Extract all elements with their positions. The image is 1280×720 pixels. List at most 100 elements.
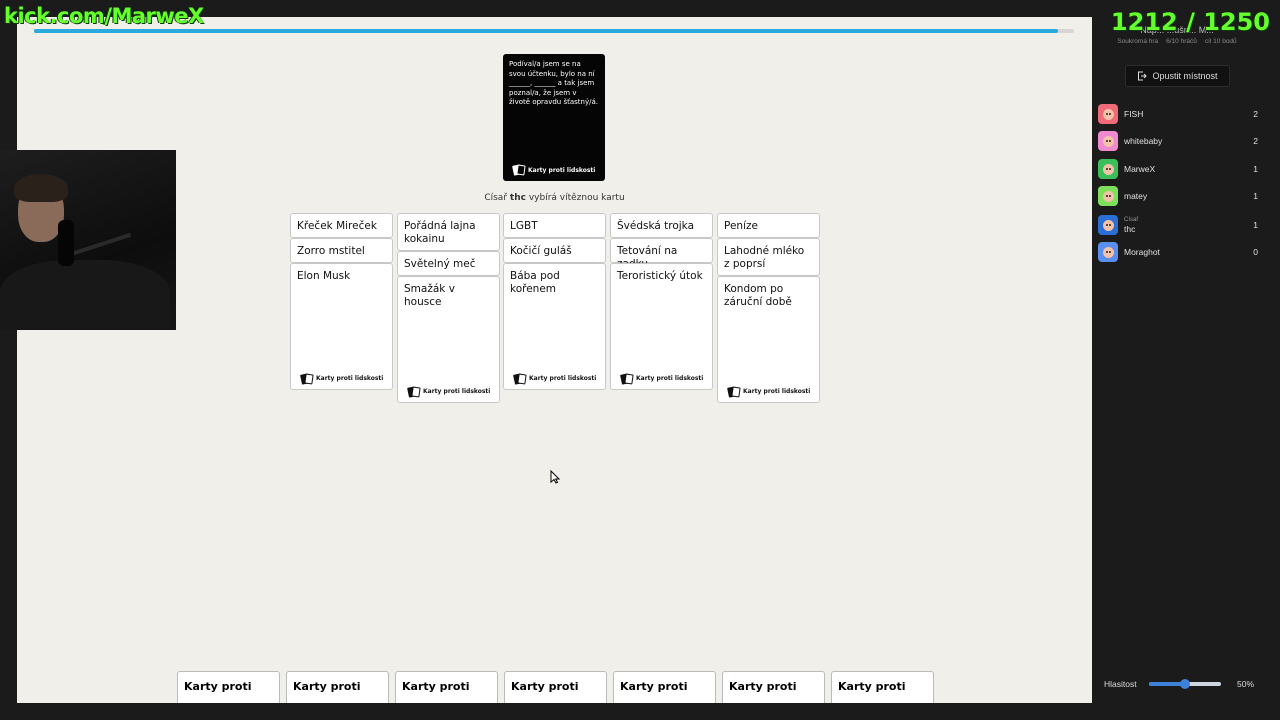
card-logo: Karty proti lidskosti (513, 372, 597, 385)
player-avatar (1098, 104, 1118, 124)
czar-status-prefix: Císař (484, 193, 508, 203)
player-score: 1 (1253, 220, 1258, 230)
player-score: 2 (1253, 136, 1258, 146)
stream-channel-overlay: kick.com/MarweX (4, 4, 204, 28)
volume-slider-thumb[interactable] (1179, 679, 1190, 689)
room-goal: cíl 10 bodů (1204, 38, 1237, 45)
white-card[interactable]: Tetování na zadku (610, 238, 713, 270)
white-card-text: Teroristický útok (617, 270, 703, 282)
hand-card[interactable]: Karty proti (722, 671, 825, 703)
card-logo-text: Karty proti lidskosti (529, 375, 597, 382)
player-row: Císař thc 1 (1098, 214, 1258, 236)
card-logo: Karty proti lidskosti (407, 385, 491, 398)
hand-card[interactable]: Karty proti (613, 671, 716, 703)
hand-card[interactable]: Karty proti (831, 671, 934, 703)
cards-logo-icon (300, 372, 314, 385)
played-set[interactable]: Křeček Mireček Zorro mstitel Elon Musk K… (290, 213, 393, 390)
white-card[interactable]: Křeček Mireček (290, 213, 393, 238)
white-card-text: Smažák v housce (404, 283, 455, 308)
czar-name: thc (509, 193, 526, 203)
player-row: whitebaby 2 (1098, 130, 1258, 152)
white-card[interactable]: LGBT (503, 213, 606, 238)
card-logo-text: Karty proti lidskosti (316, 375, 384, 382)
player-name: Císař thc (1124, 217, 1238, 234)
player-name: matey (1124, 191, 1148, 201)
room-meta: Soukromá hra 6/10 hráčů cíl 10 bodů (1092, 38, 1262, 45)
card-logo-text: Karty proti lidskosti (636, 375, 704, 382)
player-score: 2 (1253, 109, 1258, 119)
player-avatar (1098, 159, 1118, 179)
white-card[interactable]: Švédská trojka (610, 213, 713, 238)
room-player-count: 6/10 hráčů (1166, 38, 1197, 45)
player-avatar (1098, 215, 1118, 235)
player-name-text: thc (1124, 223, 1136, 234)
volume-value: 50% (1236, 679, 1254, 689)
white-card[interactable]: Kondom po záruční době Karty proti lidsk… (717, 276, 820, 403)
player-avatar (1098, 186, 1118, 206)
played-set[interactable]: Švédská trojka Tetování na zadku Teroris… (610, 213, 713, 390)
player-name: whitebaby (1124, 136, 1163, 146)
player-name: Moraghot (1124, 247, 1160, 257)
player-row: Moraghot 0 (1098, 241, 1258, 263)
white-card[interactable]: Pořádná lajna kokainu (397, 213, 500, 251)
black-card-text: Podíval/a jsem se na svou účtenku, bylo … (509, 60, 598, 106)
white-card[interactable]: Světelný meč (397, 251, 500, 276)
played-set[interactable]: Pořádná lajna kokainu Světelný meč Smažá… (397, 213, 500, 403)
player-score: 1 (1253, 191, 1258, 201)
played-set[interactable]: Peníze Lahodné mléko z poprsí Kondom po … (717, 213, 820, 403)
played-set[interactable]: LGBT Kočičí guláš Bába pod kořenem Karty… (503, 213, 606, 390)
volume-slider[interactable] (1148, 679, 1221, 689)
hand-card[interactable]: Karty proti (177, 671, 280, 703)
player-role: Císař (1124, 216, 1139, 223)
card-logo: Karty proti lidskosti (300, 372, 384, 385)
cards-logo-icon (620, 372, 634, 385)
card-logo: Karty proti lidskosti (512, 164, 596, 176)
cards-logo-icon (407, 385, 421, 398)
mouse-cursor-icon (550, 470, 560, 484)
volume-control: Hlasitost 50% (1104, 679, 1254, 689)
white-card-text: Bába pod kořenem (510, 270, 560, 295)
round-timer-bar (34, 29, 1074, 33)
webcam-overlay (0, 150, 176, 330)
microphone-icon (58, 220, 74, 266)
player-name: MarweX (1124, 164, 1156, 174)
white-card[interactable]: Zorro mstitel (290, 238, 393, 263)
white-card[interactable]: Smažák v housce Karty proti lidskosti (397, 276, 500, 403)
card-logo: Karty proti lidskosti (727, 385, 811, 398)
stream-counter-overlay: 1212 / 1250 (1110, 8, 1270, 36)
game-area: Podíval/a jsem se na svou účtenku, bylo … (17, 17, 1092, 703)
player-row: matey 1 (1098, 185, 1258, 207)
cards-logo-icon (727, 385, 741, 398)
leave-room-button[interactable]: Opustit místnost (1125, 65, 1230, 87)
white-card[interactable]: Bába pod kořenem Karty proti lidskosti (503, 263, 606, 390)
volume-label: Hlasitost (1104, 679, 1137, 689)
room-privacy: Soukromá hra (1117, 38, 1159, 45)
white-card[interactable]: Teroristický útok Karty proti lidskosti (610, 263, 713, 390)
player-score: 1 (1253, 164, 1258, 174)
card-logo-text: Karty proti lidskosti (423, 388, 491, 395)
card-logo-text: Karty proti lidskosti (743, 388, 811, 395)
white-card[interactable]: Lahodné mléko z poprsí (717, 238, 820, 276)
white-card[interactable]: Peníze (717, 213, 820, 238)
hand-card[interactable]: Karty proti (395, 671, 498, 703)
white-card-text: Elon Musk (297, 270, 351, 282)
round-timer-fill (34, 29, 1059, 33)
black-card: Podíval/a jsem se na svou účtenku, bylo … (503, 54, 605, 181)
leave-room-label: Opustit místnost (1152, 71, 1218, 81)
white-card[interactable]: Kočičí guláš (503, 238, 606, 263)
hand-card[interactable]: Karty proti (286, 671, 389, 703)
hand-card[interactable]: Karty proti (504, 671, 607, 703)
player-avatar (1098, 131, 1118, 151)
player-avatar (1098, 242, 1118, 262)
czar-status: Císař thc vybírá vítěznou kartu (17, 193, 1092, 203)
player-row: MarweX 1 (1098, 158, 1258, 180)
exit-icon (1138, 71, 1148, 81)
player-name: FISH (1124, 109, 1144, 119)
white-card[interactable]: Elon Musk Karty proti lidskosti (290, 263, 393, 390)
card-logo: Karty proti lidskosti (620, 372, 704, 385)
card-logo-text: Karty proti lidskosti (528, 166, 596, 174)
czar-status-suffix: vybírá vítěznou kartu (528, 193, 625, 203)
cards-logo-icon (513, 372, 527, 385)
player-score: 0 (1253, 247, 1258, 257)
cards-logo-icon (512, 164, 526, 176)
